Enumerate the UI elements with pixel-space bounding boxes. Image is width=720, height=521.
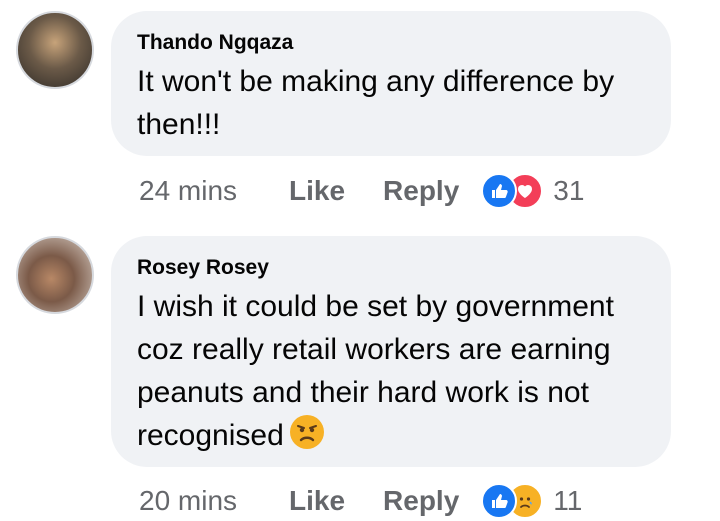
- comment-bubble: Rosey Rosey I wish it could be set by go…: [111, 236, 671, 467]
- frowning-face-icon: [289, 415, 324, 449]
- comment-timestamp[interactable]: 20 mins: [139, 485, 289, 517]
- comment-bubble: Thando Ngqaza It won't be making any dif…: [111, 11, 671, 156]
- comment-author[interactable]: Thando Ngqaza: [137, 29, 645, 57]
- like-button[interactable]: Like: [289, 175, 345, 207]
- comment-actions: 24 mins Like Reply 31: [139, 171, 584, 211]
- like-button[interactable]: Like: [289, 485, 345, 517]
- comment-text-line: I wish it could be set by government: [137, 290, 614, 323]
- comment-author[interactable]: Rosey Rosey: [137, 254, 645, 282]
- comment-text-line: coz really retail workers are earning: [137, 333, 611, 366]
- comment-timestamp[interactable]: 24 mins: [139, 175, 289, 207]
- avatar[interactable]: [16, 236, 94, 314]
- comment-text: I wish it could be set by government coz…: [137, 285, 645, 457]
- reaction-summary[interactable]: 31: [481, 173, 584, 209]
- comment-text-segment: recognised: [137, 419, 284, 452]
- comment-text-line: recognised: [137, 414, 645, 457]
- avatar[interactable]: [16, 11, 94, 89]
- reply-button[interactable]: Reply: [383, 485, 459, 517]
- reply-button[interactable]: Reply: [383, 175, 459, 207]
- reaction-summary[interactable]: 11: [481, 483, 582, 519]
- comment-actions: 20 mins Like Reply 11: [139, 481, 582, 521]
- comment-text-line: then!!!: [137, 108, 221, 141]
- reaction-count: 31: [553, 175, 585, 206]
- comment-text: It won't be making any difference by the…: [137, 60, 645, 146]
- comment-text-line: It won't be making any difference by: [137, 65, 615, 98]
- comment-text-line: peanuts and their hard work is not: [137, 376, 589, 409]
- reaction-count: 11: [553, 485, 583, 516]
